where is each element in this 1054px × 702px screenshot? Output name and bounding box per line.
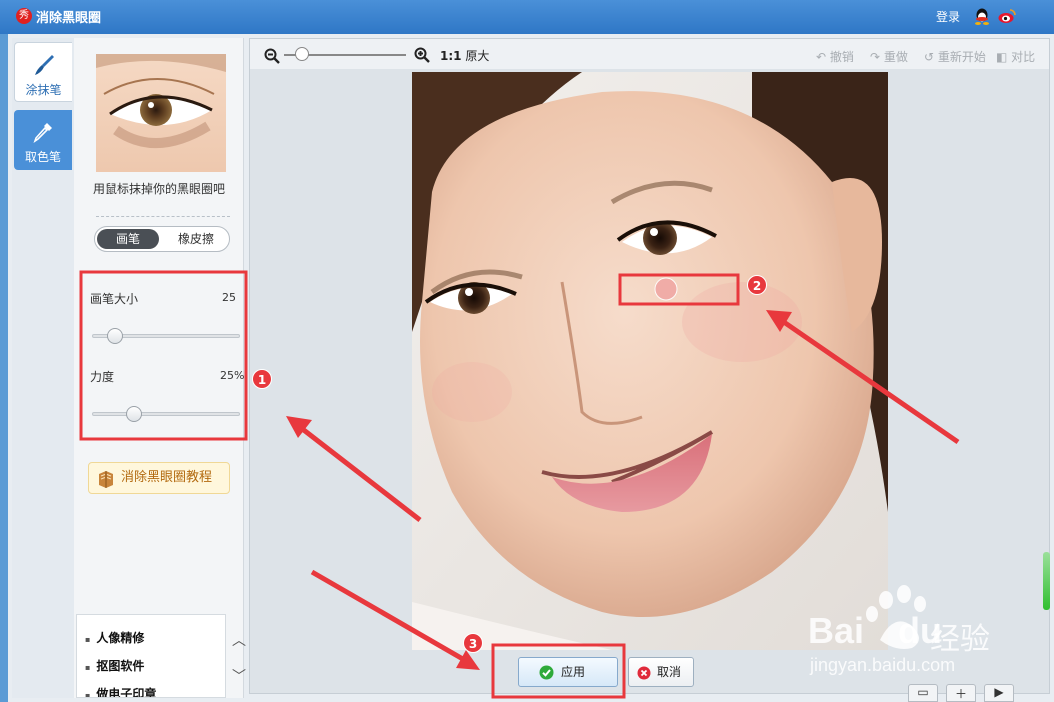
watermark-brand: Bai: [808, 610, 865, 651]
list-item[interactable]: 抠图软件: [85, 657, 144, 674]
slider-handle[interactable]: [106, 328, 123, 344]
chevron-up-icon[interactable]: ︿: [232, 630, 246, 649]
tab-color-picker[interactable]: 取色笔: [14, 110, 72, 170]
chevron-down-icon[interactable]: ﹀: [232, 666, 246, 685]
ratio-label: 原大: [465, 49, 490, 63]
compare-label: 对比: [1011, 50, 1036, 64]
brush-option[interactable]: 画笔: [97, 229, 159, 249]
brush-icon: [34, 55, 54, 75]
feature-list: 人像精修 抠图软件 做电子印章: [76, 614, 226, 698]
zoom-out-icon[interactable]: [264, 48, 280, 64]
canvas-area: 1:1 原大 ↶ 撤销 ↷ 重做 ↺ 重新开始 ◧ 对比 应用 取消: [249, 38, 1050, 694]
zoom-in-icon[interactable]: [414, 47, 430, 63]
instruction-text: 用鼠标抹掉你的黑眼圈吧: [92, 182, 225, 196]
undo-button[interactable]: ↶ 撤销: [816, 48, 854, 65]
cancel-label: 取消: [657, 665, 682, 679]
restart-label: 重新开始: [937, 50, 986, 64]
strength-value: 25%: [220, 369, 245, 382]
window-title: 消除黑眼圈: [36, 11, 102, 26]
eyedropper-icon: [33, 123, 52, 143]
apply-button[interactable]: 应用: [518, 657, 618, 687]
play-icon[interactable]: ▶: [984, 684, 1014, 702]
tutorial-button[interactable]: 消除黑眼圈教程: [88, 462, 230, 494]
plus-icon[interactable]: ＋: [946, 684, 976, 702]
html5-icon[interactable]: ▭: [908, 684, 938, 702]
compare-button[interactable]: ◧ 对比: [996, 48, 1035, 65]
brush-size-value: 25: [222, 291, 236, 304]
redo-button[interactable]: ↷ 重做: [870, 48, 908, 65]
strength-slider[interactable]: [92, 406, 240, 422]
settings-panel: 用鼠标抹掉你的黑眼圈吧 画笔 橡皮擦 画笔大小 25 力度 25% 消除黑眼圈教…: [74, 38, 246, 698]
watermark-cn: 经验: [930, 622, 990, 657]
tutorial-label: 消除黑眼圈教程: [121, 470, 213, 485]
redo-label: 重做: [883, 50, 908, 64]
watermark-url: jingyan.baidu.com: [810, 655, 956, 675]
brush-size-slider[interactable]: [92, 328, 240, 344]
weibo-icon[interactable]: [998, 8, 1016, 24]
cancel-icon: [637, 666, 651, 680]
side-scroll-indicator[interactable]: [1043, 552, 1050, 610]
zoom-ratio[interactable]: 1:1 原大: [440, 47, 489, 64]
restart-button[interactable]: ↺ 重新开始: [924, 48, 986, 65]
list-item[interactable]: 做电子印章: [85, 685, 156, 697]
step-badge-1: 1: [252, 369, 272, 389]
watermark-logo: Bai du: [808, 610, 942, 652]
divider: [96, 216, 230, 217]
app-logo-icon: 秀: [16, 8, 32, 24]
list-item[interactable]: 人像精修: [85, 629, 144, 646]
brush-eraser-toggle[interactable]: 画笔 橡皮擦: [94, 226, 230, 252]
ratio-value: 1:1: [440, 49, 462, 63]
undo-label: 撤销: [829, 50, 854, 64]
eye-preview-image: [96, 54, 226, 172]
eraser-option[interactable]: 橡皮擦: [165, 229, 227, 249]
tab-label: 取色笔: [24, 150, 61, 164]
canvas-toolbar: 1:1 原大 ↶ 撤销 ↷ 重做 ↺ 重新开始 ◧ 对比: [250, 39, 1049, 69]
portrait-photo[interactable]: [412, 72, 888, 650]
step-badge-2: 2: [747, 275, 767, 295]
tab-smear-brush[interactable]: 涂抹笔: [14, 42, 72, 102]
title-bar: 秀 消除黑眼圈 登录: [0, 0, 1054, 34]
step-badge-3: 3: [463, 633, 483, 653]
tool-tabs: 涂抹笔 取色笔: [12, 38, 74, 698]
qq-icon[interactable]: [974, 8, 990, 25]
zoom-handle[interactable]: [295, 47, 310, 61]
apply-label: 应用: [561, 665, 586, 679]
cancel-button[interactable]: 取消: [628, 657, 694, 687]
book-icon: [99, 471, 113, 488]
editor-window: 涂抹笔 取色笔 用鼠标抹掉你的黑眼圈吧 画笔 橡皮擦 画笔大小 25 力度 25…: [8, 34, 1054, 702]
strength-label: 力度: [90, 370, 115, 384]
brush-size-label: 画笔大小: [90, 292, 139, 306]
check-icon: [539, 665, 554, 680]
tab-label: 涂抹笔: [25, 83, 62, 97]
login-link[interactable]: 登录: [936, 8, 960, 25]
slider-handle[interactable]: [125, 406, 142, 422]
